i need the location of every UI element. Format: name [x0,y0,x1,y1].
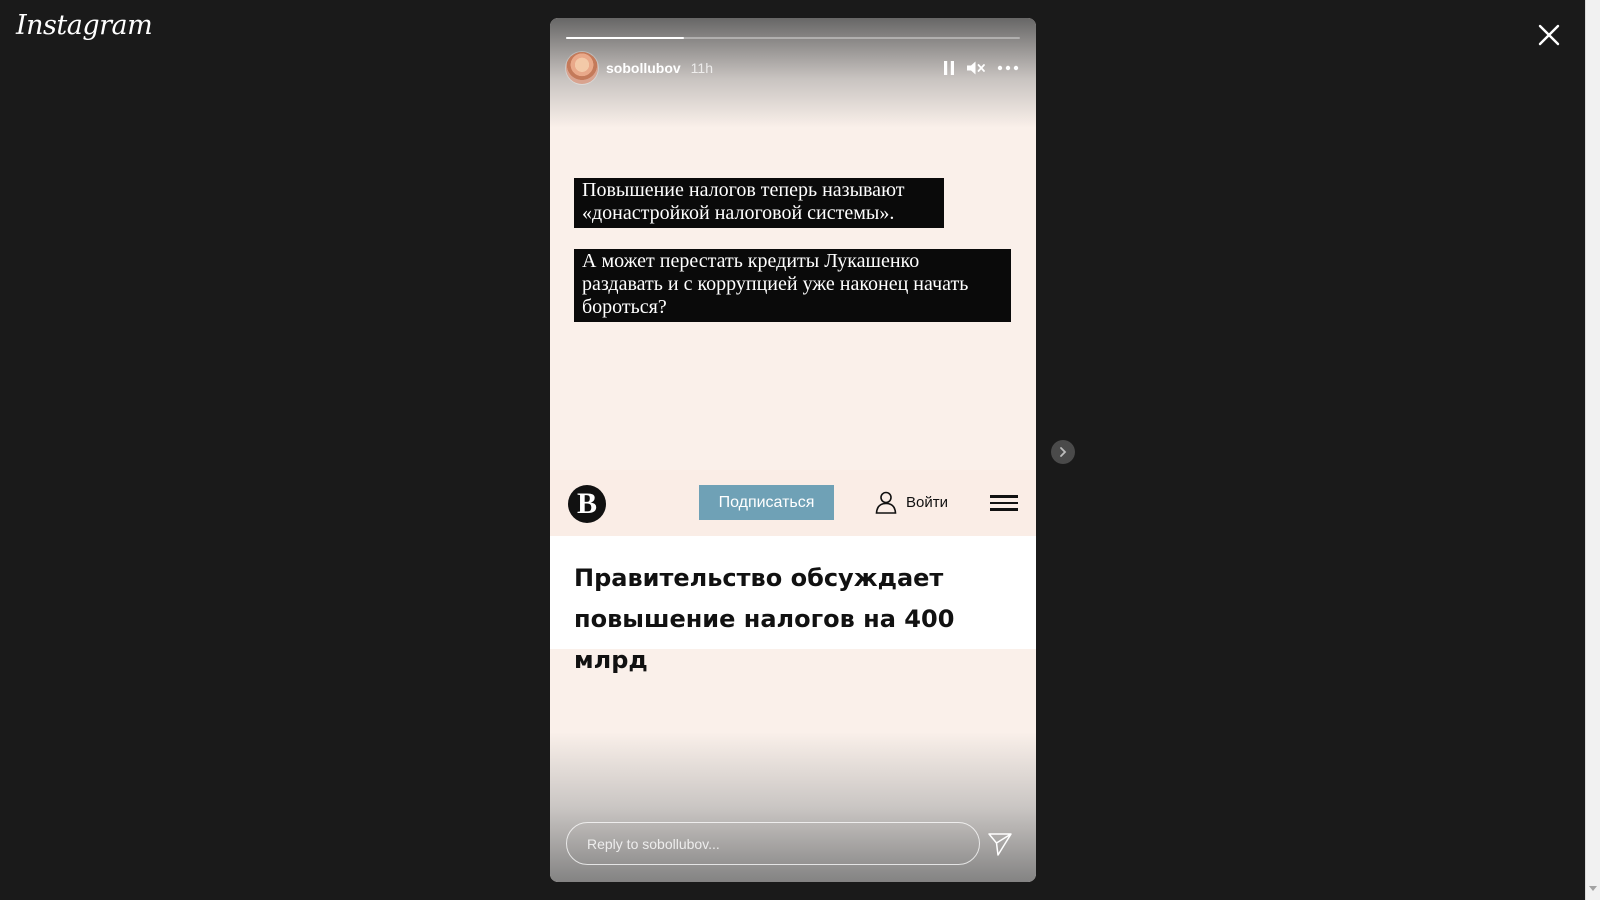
more-icon[interactable] [996,64,1020,72]
story-username[interactable]: sobollubov [606,60,681,76]
instagram-logo[interactable]: Instagram [16,10,153,41]
muted-speaker-icon[interactable] [966,60,986,76]
reply-input[interactable]: Reply to sobollubov... [566,822,980,865]
story-caption: Повышение налогов теперь называют «донас… [574,178,944,228]
story-viewer[interactable]: sobollubov 11h Повышение налогов теперь … [550,18,1036,882]
avatar[interactable] [566,52,598,84]
pause-icon[interactable] [942,60,956,76]
story-header: sobollubov 11h [566,51,1020,85]
menu-icon[interactable] [990,495,1018,511]
login-label: Войти [906,493,948,511]
scroll-down-arrow-icon[interactable] [1589,886,1597,891]
story-progress-bar [566,37,1020,39]
reply-placeholder: Reply to sobollubov... [587,835,720,852]
chevron-right-icon [1060,447,1067,457]
close-icon[interactable] [1536,22,1562,48]
login-button[interactable]: Войти [874,489,948,515]
embedded-site-header: В Подписаться Войти [550,470,1036,536]
user-icon [875,491,897,514]
site-logo[interactable]: В [568,485,606,523]
article-headline: Правительство обсуждает повышение налого… [574,564,955,674]
next-story-button[interactable] [1051,440,1075,464]
send-icon[interactable] [987,831,1013,857]
story-timestamp: 11h [690,60,713,76]
article-headline-block: Правительство обсуждает повышение налого… [550,536,1036,674]
page-scrollbar[interactable] [1585,0,1600,900]
subscribe-button[interactable]: Подписаться [699,485,834,520]
story-caption: А может перестать кредиты Лукашенко разд… [574,249,1011,322]
